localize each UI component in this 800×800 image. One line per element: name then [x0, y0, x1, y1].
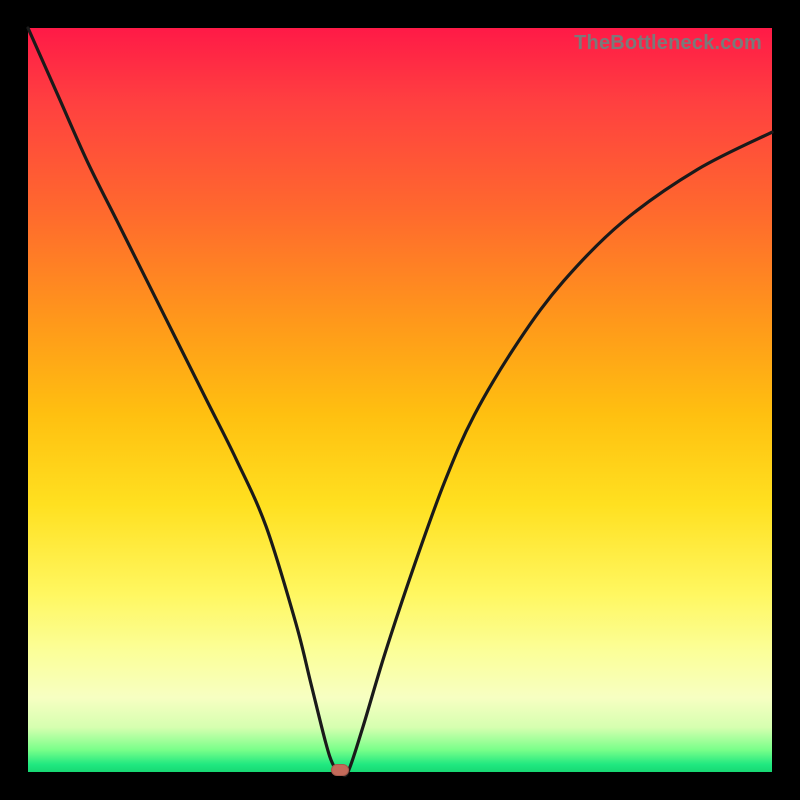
- chart-frame: TheBottleneck.com: [0, 0, 800, 800]
- bottleneck-curve: [28, 28, 772, 772]
- plot-area: TheBottleneck.com: [28, 28, 772, 772]
- optimal-point-marker: [331, 764, 349, 776]
